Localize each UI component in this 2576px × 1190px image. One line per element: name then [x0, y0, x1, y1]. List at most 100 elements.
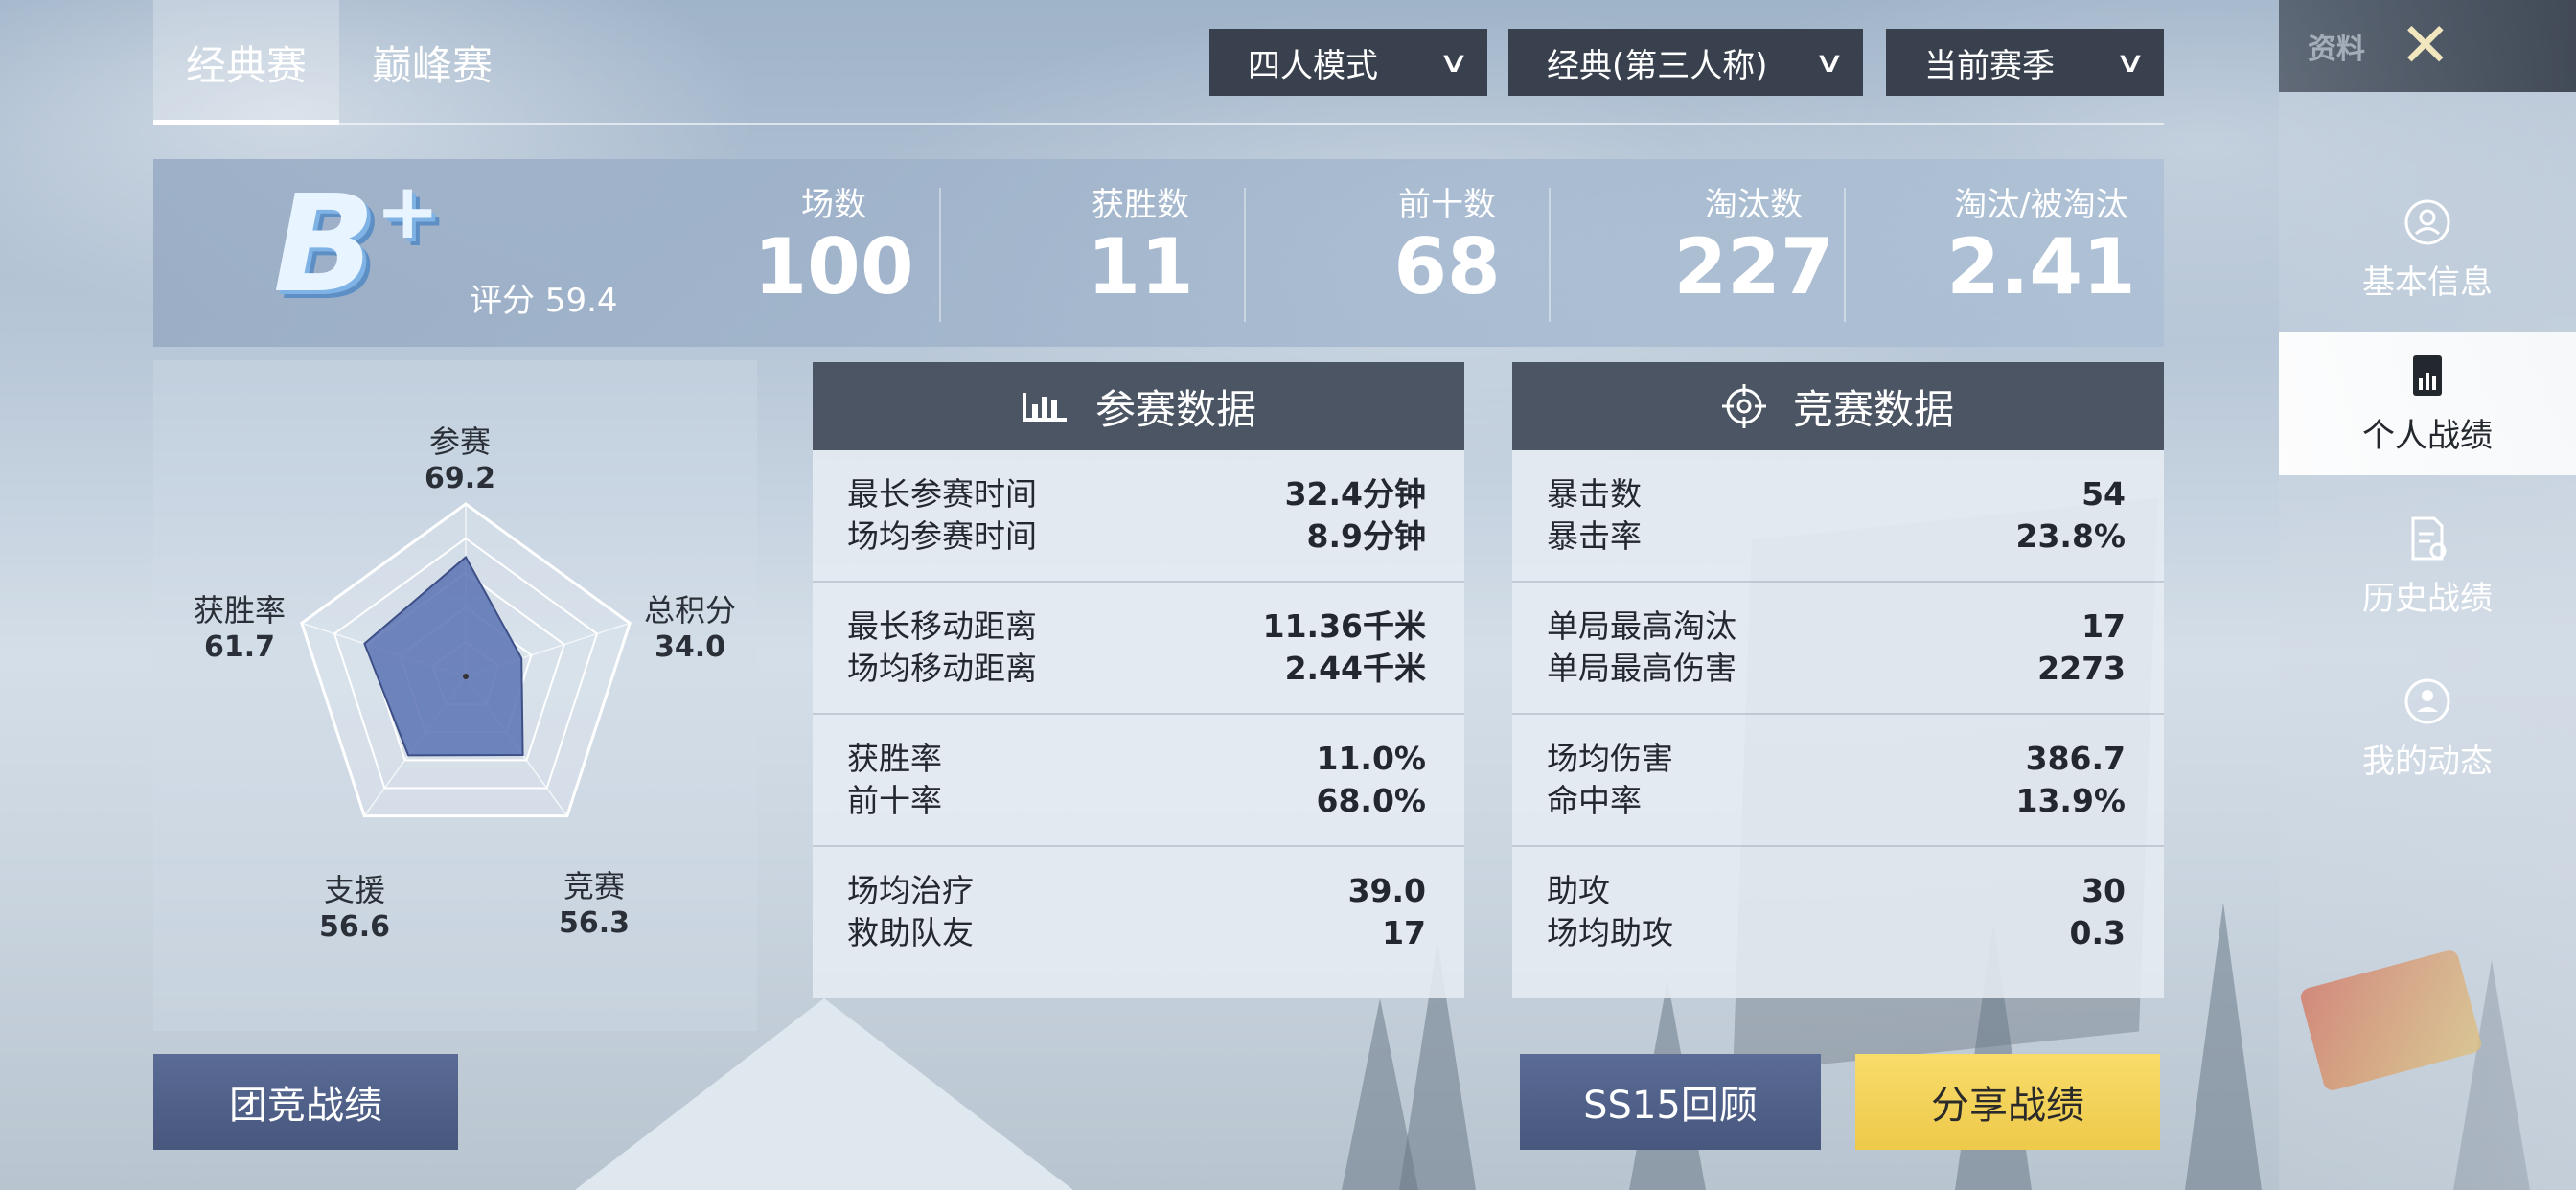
radar-axis-label: 参赛	[428, 423, 491, 460]
participation-group: 最长移动距离 11.36千米 场均移动距离 2.44千米	[813, 583, 1464, 715]
competition-panel-title: 竞赛数据	[1792, 385, 1954, 433]
competition-group: 场均伤害 386.7 命中率 13.9%	[1512, 715, 2164, 847]
data-row: 单局最高伤害 2273	[1547, 648, 2126, 690]
row-value: 17	[2082, 607, 2126, 645]
sidebar-item-history[interactable]: 历史战绩	[2279, 494, 2576, 638]
row-label: 场均助攻	[1547, 914, 1673, 951]
sidebar-item-basic-info[interactable]: 基本信息	[2279, 178, 2576, 322]
radar-center	[463, 674, 469, 679]
row-value: 30	[2082, 872, 2126, 909]
season-review-button[interactable]: SS15回顾	[1520, 1054, 1821, 1150]
competition-panel-header: 竞赛数据	[1512, 362, 2164, 450]
sidebar-item-personal-stats[interactable]: 个人战绩	[2279, 332, 2576, 475]
radar-axis-label: 竞赛	[563, 868, 625, 904]
participation-group: 获胜率 11.0% 前十率 68.0%	[813, 715, 1464, 847]
row-label: 救助队友	[847, 914, 974, 951]
row-label: 助攻	[1547, 872, 1610, 909]
chevron-down-icon: ∨	[1438, 45, 1470, 80]
row-value: 68.0%	[1316, 782, 1427, 819]
sidebar-item-label: 我的动态	[2362, 742, 2493, 781]
history-doc-icon	[2404, 515, 2451, 562]
sidebar-item-activity[interactable]: 我的动态	[2279, 657, 2576, 801]
grade-suffix: +	[375, 167, 440, 256]
stat-kd-ratio: 淘汰/被淘汰 2.41	[1917, 178, 2166, 322]
radar-panel: 参赛 69.2 总积分 34.0 竞赛 56.3 支援 56.6 获胜率 61.…	[153, 360, 757, 1031]
row-label: 场均参赛时间	[847, 517, 1037, 555]
bar-chart-icon	[1021, 387, 1069, 425]
season-dropdown[interactable]: 当前赛季 ∨	[1886, 29, 2164, 96]
sidebar-item-label: 基本信息	[2362, 263, 2493, 302]
stat-value: 227	[1673, 222, 1834, 311]
grade-letter: B	[273, 167, 376, 323]
season-dropdown-label: 当前赛季	[1924, 46, 2055, 85]
row-label: 最长移动距离	[847, 607, 1037, 645]
data-row: 最长参赛时间 32.4分钟	[847, 473, 1426, 515]
stat-value: 68	[1393, 222, 1501, 311]
row-label: 暴击数	[1547, 475, 1642, 513]
data-row: 前十率 68.0%	[847, 780, 1426, 822]
participation-panel-header: 参赛数据	[813, 362, 1464, 450]
row-value: 23.8%	[2015, 517, 2127, 555]
rating-score: 评分 59.4	[470, 282, 618, 320]
row-value: 39.0	[1347, 872, 1426, 909]
stat-value: 100	[753, 222, 914, 311]
row-label: 暴击率	[1547, 517, 1642, 555]
competition-group: 暴击数 54 暴击率 23.8%	[1512, 450, 2164, 583]
row-value: 8.9分钟	[1306, 517, 1426, 555]
stat-value: 11	[1087, 222, 1194, 311]
data-row: 最长移动距离 11.36千米	[847, 606, 1426, 648]
competition-group: 助攻 30 场均助攻 0.3	[1512, 847, 2164, 979]
radar-axis-value: 69.2	[424, 462, 496, 495]
data-row: 命中率 13.9%	[1547, 780, 2126, 822]
stat-label: 淘汰/被淘汰	[1954, 186, 2128, 224]
perspective-dropdown[interactable]: 经典(第三人称) ∨	[1508, 29, 1863, 96]
row-value: 11.36千米	[1262, 607, 1426, 645]
data-row: 场均伤害 386.7	[1547, 738, 2126, 780]
competition-group: 单局最高淘汰 17 单局最高伤害 2273	[1512, 583, 2164, 715]
row-value: 0.3	[2069, 914, 2126, 951]
row-label: 场均移动距离	[847, 650, 1037, 687]
crosshair-icon	[1721, 384, 1766, 428]
competition-panel: 竞赛数据 暴击数 54 暴击率 23.8% 单局最高淘汰 17 单局最高伤害 2273 …	[1512, 362, 2164, 998]
tree	[2185, 903, 2262, 1190]
tab-peak[interactable]: 巅峰赛	[339, 0, 525, 125]
activity-icon	[2404, 677, 2451, 725]
row-value: 386.7	[2025, 740, 2126, 777]
team-stats-button[interactable]: 团竞战绩	[153, 1054, 458, 1150]
radar-axis-label: 支援	[323, 872, 385, 908]
data-row: 暴击率 23.8%	[1547, 515, 2126, 558]
row-value: 2.44千米	[1284, 650, 1426, 687]
stat-wins: 获胜数 11	[1035, 178, 1246, 322]
row-value: 13.9%	[2015, 782, 2127, 819]
mode-dropdown[interactable]: 四人模式 ∨	[1209, 29, 1487, 96]
grade-badge: B+	[273, 173, 440, 312]
stat-matches: 场数 100	[738, 178, 930, 322]
radar-axis-value: 56.6	[318, 910, 391, 944]
data-row: 单局最高淘汰 17	[1547, 606, 2126, 648]
radar-label-support: 支援 56.6	[297, 866, 412, 944]
stat-eliminations: 淘汰数 227	[1648, 178, 1859, 322]
tab-classic[interactable]: 经典赛	[153, 0, 340, 125]
radar-label-win-rate: 获胜率 61.7	[172, 586, 307, 664]
stats-doc-icon	[2404, 352, 2451, 400]
row-value: 32.4分钟	[1284, 475, 1426, 513]
participation-panel-title: 参赛数据	[1094, 385, 1256, 433]
radar-label-competition: 竞赛 56.3	[537, 862, 652, 940]
row-label: 命中率	[1547, 782, 1642, 819]
profile-header-label: 资料	[2308, 33, 2365, 66]
stat-divider	[1549, 188, 1551, 322]
data-row: 场均参赛时间 8.9分钟	[847, 515, 1426, 558]
row-label: 前十率	[847, 782, 942, 819]
participation-group: 最长参赛时间 32.4分钟 场均参赛时间 8.9分钟	[813, 450, 1464, 583]
data-row: 场均助攻 0.3	[1547, 912, 2126, 954]
data-row: 场均移动距离 2.44千米	[847, 648, 1426, 690]
participation-group: 场均治疗 39.0 救助队友 17	[813, 847, 1464, 979]
stat-top-ten: 前十数 68	[1342, 178, 1552, 322]
close-button[interactable]: 资料 ✕	[2279, 0, 2576, 92]
share-stats-button[interactable]: 分享战绩	[1855, 1054, 2160, 1150]
row-label: 场均伤害	[1547, 740, 1673, 777]
stat-label: 淘汰数	[1705, 186, 1803, 224]
row-value: 11.0%	[1316, 740, 1427, 777]
row-value: 54	[2082, 475, 2126, 513]
stat-label: 场数	[801, 186, 866, 224]
